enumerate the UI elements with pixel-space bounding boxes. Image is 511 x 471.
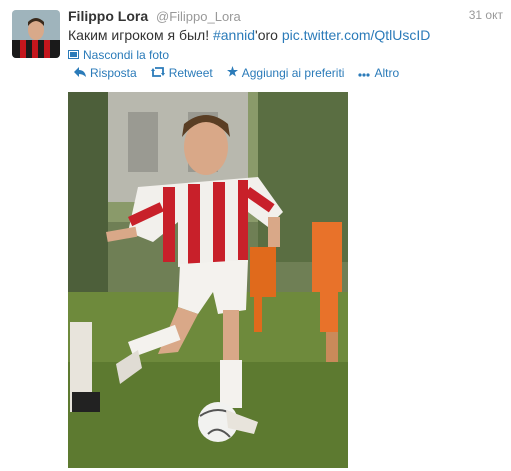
retweet-label: Retweet	[168, 66, 213, 80]
fullname[interactable]: Filippo Lora	[68, 8, 148, 24]
avatar[interactable]	[12, 10, 60, 58]
hashtag-link[interactable]: #annid	[213, 27, 255, 43]
retweet-icon	[150, 66, 165, 80]
timestamp[interactable]: 31 окт	[469, 8, 503, 22]
hide-photo-toggle[interactable]: Nascondi la foto	[68, 48, 169, 62]
tweet-text-suffix: 'oro	[255, 27, 282, 43]
favorite-label: Aggiungi ai preferiti	[241, 66, 345, 80]
tweet: Filippo Lora @Filippo_Lora 31 окт Каким …	[0, 0, 511, 471]
avatar-image	[12, 10, 60, 58]
tweet-header: Filippo Lora @Filippo_Lora 31 окт	[68, 8, 503, 28]
more-label: Altro	[374, 66, 400, 80]
tweet-photo[interactable]	[68, 92, 348, 468]
more-dots-icon	[358, 66, 371, 80]
pic-link[interactable]: pic.twitter.com/QtlUscID	[282, 27, 431, 43]
reply-label: Risposta	[90, 66, 137, 80]
tweet-text-main: Каким игроком я был!	[68, 27, 213, 43]
hide-photo-label: Nascondi la foto	[83, 48, 170, 62]
photo-icon	[68, 48, 79, 62]
star-icon	[226, 66, 238, 80]
username[interactable]: @Filippo_Lora	[156, 9, 241, 24]
tweet-text: Каким игроком я был! #annid'oro pic.twit…	[68, 27, 430, 43]
favorite-button[interactable]: Aggiungi ai preferiti	[226, 66, 345, 80]
reply-arrow-icon	[74, 66, 86, 80]
tweet-photo-image	[68, 92, 348, 468]
more-button[interactable]: Altro	[358, 66, 399, 80]
reply-button[interactable]: Risposta	[74, 66, 137, 80]
tweet-actions: Risposta Retweet Aggiungi ai preferiti A…	[74, 66, 399, 80]
retweet-button[interactable]: Retweet	[150, 66, 213, 80]
